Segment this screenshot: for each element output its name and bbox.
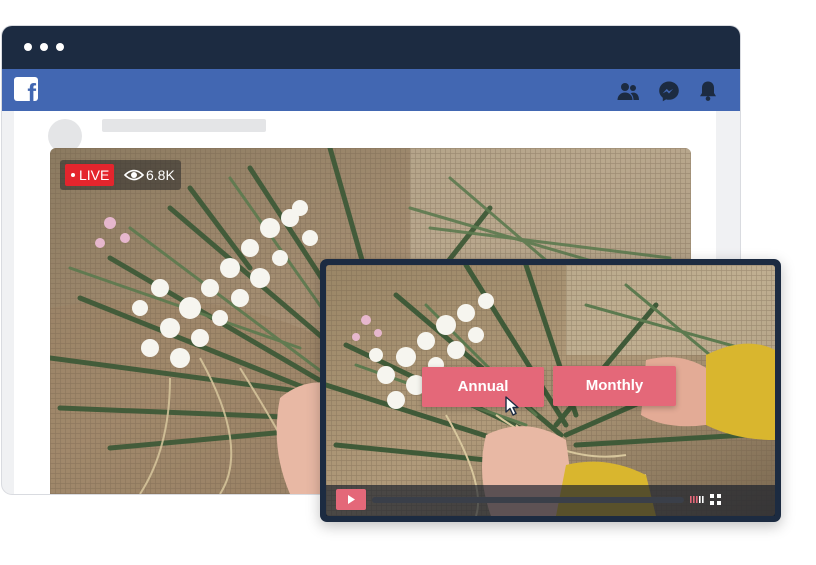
live-label: LIVE [79, 167, 110, 183]
monthly-button[interactable]: Monthly [553, 366, 676, 406]
video-player[interactable] [320, 259, 781, 522]
viewer-count: 6.8K [146, 167, 175, 183]
play-icon [348, 495, 355, 504]
facebook-navbar: f [2, 69, 740, 111]
eye-icon [124, 169, 144, 181]
annual-button[interactable]: Annual [422, 367, 544, 407]
cursor-icon [505, 396, 519, 416]
friends-icon[interactable] [616, 79, 640, 103]
play-button[interactable] [336, 489, 366, 510]
window-dot [56, 43, 64, 51]
player-frame[interactable] [326, 265, 775, 516]
name-placeholder [102, 119, 266, 132]
live-indicator-dot [71, 173, 75, 177]
player-video-image [326, 265, 775, 516]
fullscreen-icon[interactable] [710, 494, 721, 505]
volume-bars-icon[interactable] [690, 494, 704, 505]
seek-bar[interactable] [372, 497, 684, 503]
facebook-logo-icon[interactable]: f [14, 77, 38, 101]
window-titlebar [2, 26, 740, 69]
live-badge: LIVE [65, 164, 114, 186]
messenger-icon[interactable] [657, 79, 681, 103]
live-badge-group: LIVE 6.8K [60, 160, 181, 190]
player-controls [326, 485, 775, 516]
window-dot [24, 43, 32, 51]
window-dot [40, 43, 48, 51]
notifications-icon[interactable] [696, 79, 720, 103]
